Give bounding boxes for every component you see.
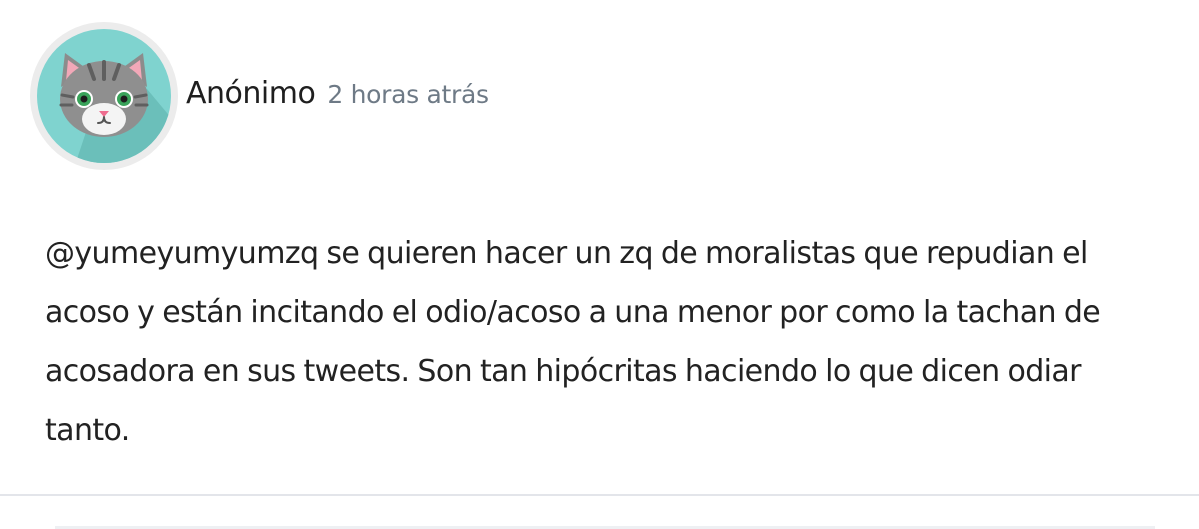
divider [0, 494, 1199, 496]
post-timestamp: 2 horas atrás [327, 79, 489, 109]
author-line: Anónimo 2 horas atrás [186, 76, 489, 111]
post-body: @yumeyumyumzq se quieren hacer un zq de … [45, 236, 1101, 448]
author-name[interactable]: Anónimo [186, 76, 316, 111]
post-header: Anónimo 2 horas atrás [30, 22, 489, 170]
avatar[interactable] [30, 22, 178, 170]
cat-avatar-icon [37, 29, 171, 163]
